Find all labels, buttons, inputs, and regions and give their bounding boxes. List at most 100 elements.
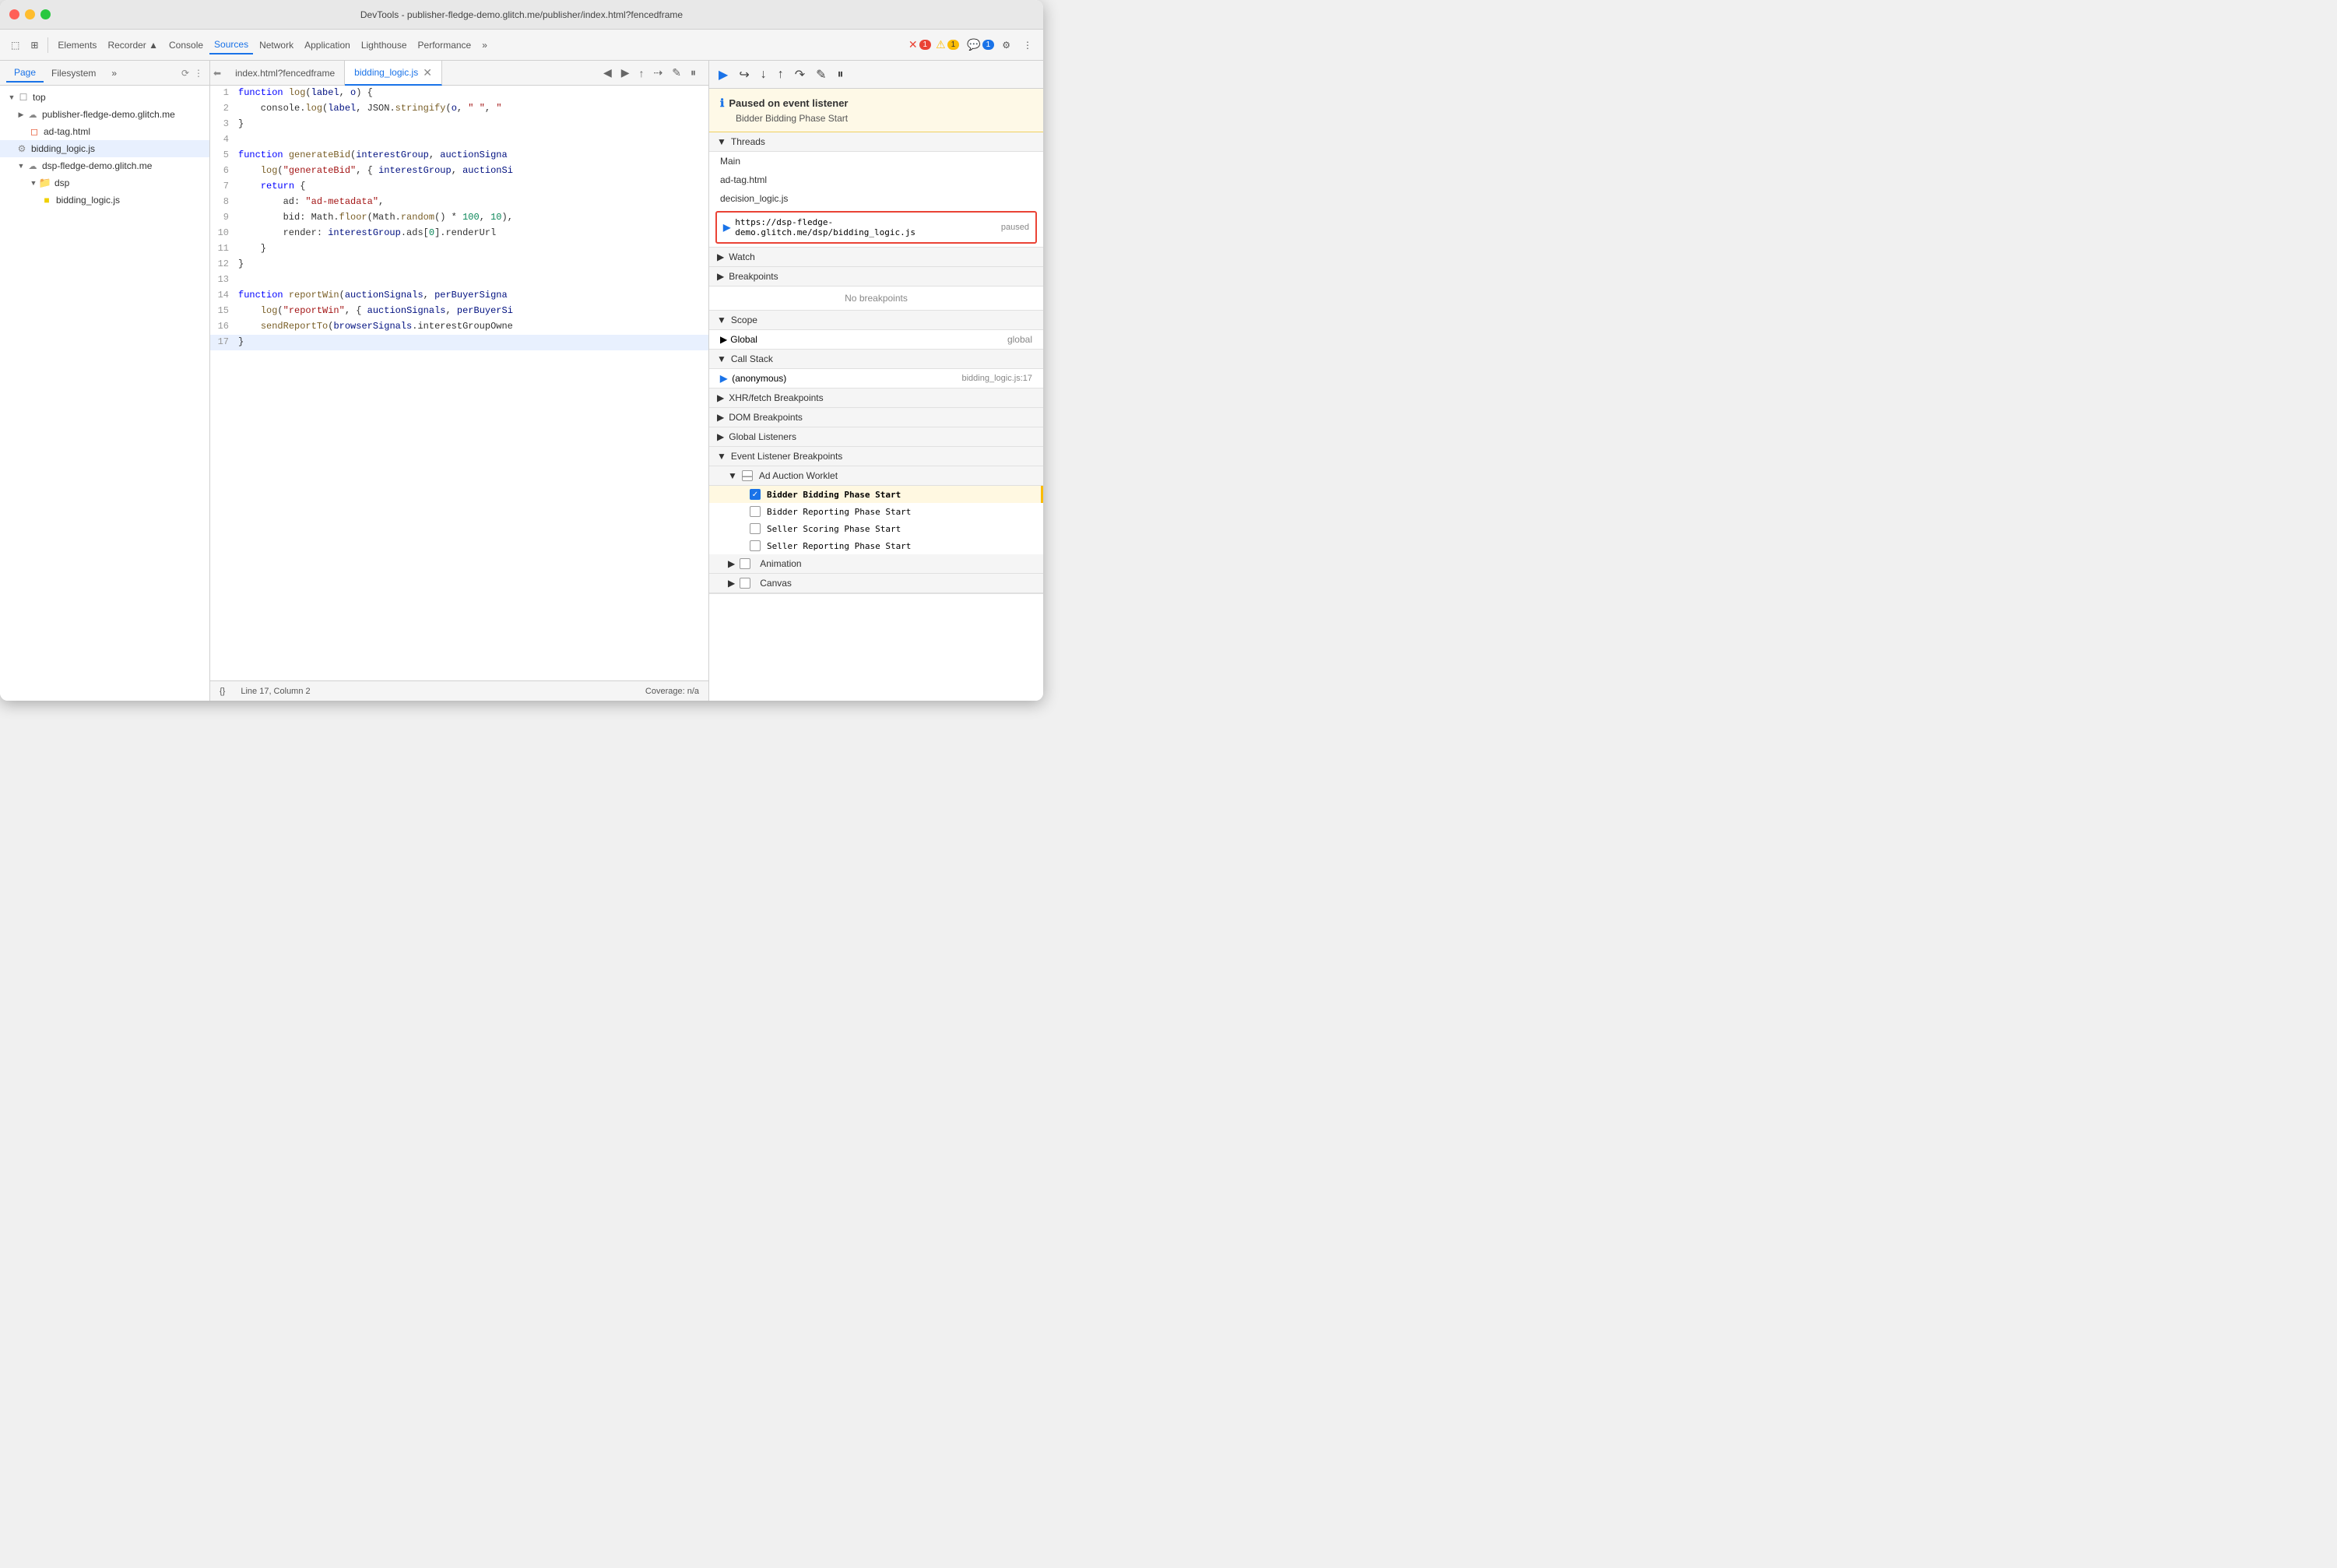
step-button[interactable]: ↷ <box>792 65 808 84</box>
watch-chevron: ▶ <box>717 251 724 262</box>
canvas-checkbox[interactable] <box>740 578 750 589</box>
format-button[interactable]: {} <box>220 687 225 696</box>
line-content-5: function generateBid(interestGroup, auct… <box>238 148 708 163</box>
bp-seller-scoring[interactable]: Seller Scoring Phase Start <box>709 520 1043 537</box>
tree-label-dsp-cloud: dsp-fledge-demo.glitch.me <box>42 160 152 171</box>
pause-on-exceptions-button[interactable]: ⏸ <box>835 66 847 83</box>
tree-item-ad-tag[interactable]: ◻ ad-tag.html <box>0 123 209 140</box>
layers-button[interactable]: ⊞ <box>26 37 43 54</box>
sources-tab[interactable]: Sources <box>209 36 253 54</box>
canvas-label: Canvas <box>760 578 792 589</box>
nav-up-button[interactable]: ↑ <box>636 65 648 81</box>
thread-active[interactable]: ▶ https://dsp-fledge-demo.glitch.me/dsp/… <box>715 211 1037 244</box>
thread-active-arrow: ▶ <box>723 222 730 233</box>
more-file-tabs[interactable]: » <box>104 65 125 82</box>
nav-pause-button[interactable]: ⏸ <box>687 65 699 81</box>
line-content-12: } <box>238 257 708 272</box>
tree-item-bidding-logic-js[interactable]: ■ bidding_logic.js <box>0 192 209 209</box>
tree-item-dsp-folder[interactable]: ▼ 📁 dsp <box>0 174 209 192</box>
tree-label-ad-tag: ad-tag.html <box>44 126 90 137</box>
xhr-breakpoints-header[interactable]: ▶ XHR/fetch Breakpoints <box>709 388 1043 408</box>
global-listeners-header[interactable]: ▶ Global Listeners <box>709 427 1043 447</box>
step-into-button[interactable]: ↓ <box>757 66 770 83</box>
code-editor[interactable]: 1 function log(label, o) { 2 console.log… <box>210 86 708 680</box>
bp-seller-reporting[interactable]: Seller Reporting Phase Start <box>709 537 1043 554</box>
performance-tab[interactable]: Performance <box>413 37 476 54</box>
code-line-2: 2 console.log(label, JSON.stringify(o, "… <box>210 101 708 117</box>
nav-edit-button[interactable]: ✎ <box>669 65 684 81</box>
elements-tab[interactable]: Elements <box>53 37 101 54</box>
bp-bidder-bidding-checkbox[interactable]: ✓ <box>750 489 761 500</box>
bp-bidder-reporting-checkbox[interactable] <box>750 506 761 517</box>
watch-header[interactable]: ▶ Watch <box>709 248 1043 267</box>
settings-button[interactable]: ⚙ <box>997 37 1015 54</box>
bp-seller-reporting-checkbox[interactable] <box>750 540 761 551</box>
thread-main[interactable]: Main <box>709 152 1043 171</box>
nav-next-button[interactable]: ▶ <box>618 65 633 81</box>
tab-bidding-logic[interactable]: bidding_logic.js ✕ <box>345 61 442 86</box>
nav-prev-button[interactable]: ◀ <box>600 65 615 81</box>
threads-content: Main ad-tag.html decision_logic.js ▶ htt… <box>709 152 1043 248</box>
threads-header[interactable]: ▼ Threads <box>709 132 1043 152</box>
ad-auction-checkbox[interactable]: — <box>742 470 753 481</box>
line-number-8: 8 <box>210 195 238 209</box>
animation-label: Animation <box>760 558 801 569</box>
animation-checkbox[interactable] <box>740 558 750 569</box>
scope-global-label: Global <box>730 334 757 345</box>
main-toolbar: ⬚ ⊞ Elements Recorder ▲ Console Sources … <box>0 30 1043 61</box>
recorder-tab[interactable]: Recorder ▲ <box>103 37 163 54</box>
dom-breakpoints-header[interactable]: ▶ DOM Breakpoints <box>709 408 1043 427</box>
application-tab[interactable]: Application <box>300 37 355 54</box>
code-line-14: 14 function reportWin(auctionSignals, pe… <box>210 288 708 304</box>
tree-item-publisher[interactable]: ▶ ☁ publisher-fledge-demo.glitch.me <box>0 106 209 123</box>
ad-auction-header[interactable]: ▼ — Ad Auction Worklet <box>709 466 1043 486</box>
lighthouse-tab[interactable]: Lighthouse <box>357 37 412 54</box>
line-content-6: log("generateBid", { interestGroup, auct… <box>238 163 708 178</box>
event-listener-bp-header[interactable]: ▼ Event Listener Breakpoints <box>709 447 1043 466</box>
thread-decision-logic[interactable]: decision_logic.js <box>709 189 1043 208</box>
scope-header[interactable]: ▼ Scope <box>709 311 1043 330</box>
call-stack-header[interactable]: ▼ Call Stack <box>709 350 1043 369</box>
tree-item-top[interactable]: ▼ ☐ top <box>0 89 209 106</box>
nav-forward-button[interactable]: ⇢ <box>651 65 666 81</box>
devtools-window: DevTools - publisher-fledge-demo.glitch.… <box>0 0 1043 701</box>
filesystem-tab[interactable]: Filesystem <box>44 65 104 82</box>
tab-index-html[interactable]: index.html?fencedframe <box>226 61 345 86</box>
more-options-button[interactable]: ⋮ <box>1018 37 1037 54</box>
bp-bidder-reporting-label: Bidder Reporting Phase Start <box>767 507 911 517</box>
line-content-8: ad: "ad-metadata", <box>238 195 708 209</box>
call-stack-anonymous[interactable]: ▶ (anonymous) bidding_logic.js:17 <box>709 369 1043 388</box>
console-tab[interactable]: Console <box>164 37 208 54</box>
step-out-button[interactable]: ↑ <box>775 66 787 83</box>
deactivate-breakpoints-button[interactable]: ✎ <box>813 65 829 84</box>
thread-ad-tag[interactable]: ad-tag.html <box>709 171 1043 189</box>
network-tab[interactable]: Network <box>255 37 298 54</box>
more-tabs-button[interactable]: » <box>477 37 492 54</box>
close-button[interactable] <box>9 9 19 19</box>
scope-global[interactable]: ▶ Global global <box>709 330 1043 349</box>
tab-close-icon[interactable]: ✕ <box>423 67 432 78</box>
thread-active-status: paused <box>1001 223 1029 232</box>
call-fn-name: (anonymous) <box>732 373 786 384</box>
resume-button[interactable]: ▶ <box>715 65 731 84</box>
animation-header[interactable]: ▶ Animation <box>709 554 1043 574</box>
minimize-button[interactable] <box>25 9 35 19</box>
line-number-3: 3 <box>210 117 238 132</box>
breakpoints-header[interactable]: ▶ Breakpoints <box>709 267 1043 287</box>
folder-icon-top: ☐ <box>17 91 30 104</box>
tree-item-bidding-logic-top[interactable]: ⚙ bidding_logic.js <box>0 140 209 157</box>
bp-bidder-reporting[interactable]: Bidder Reporting Phase Start <box>709 503 1043 520</box>
bp-seller-scoring-checkbox[interactable] <box>750 523 761 534</box>
file-panel-tabs: Page Filesystem » ⟳ ⋮ <box>0 61 209 86</box>
tab-label-bidding: bidding_logic.js <box>354 67 418 78</box>
tree-item-dsp-cloud[interactable]: ▼ ☁ dsp-fledge-demo.glitch.me <box>0 157 209 174</box>
maximize-button[interactable] <box>40 9 51 19</box>
editor-tabs: ⬅ index.html?fencedframe bidding_logic.j… <box>210 61 708 86</box>
animation-chevron: ▶ <box>728 558 735 569</box>
page-tab[interactable]: Page <box>6 64 44 83</box>
bp-bidder-bidding[interactable]: ✓ Bidder Bidding Phase Start <box>709 486 1043 503</box>
canvas-header[interactable]: ▶ Canvas <box>709 574 1043 593</box>
step-over-button[interactable]: ↪ <box>736 65 752 84</box>
cursor-tool-button[interactable]: ⬚ <box>6 37 24 54</box>
line-number-7: 7 <box>210 179 238 194</box>
